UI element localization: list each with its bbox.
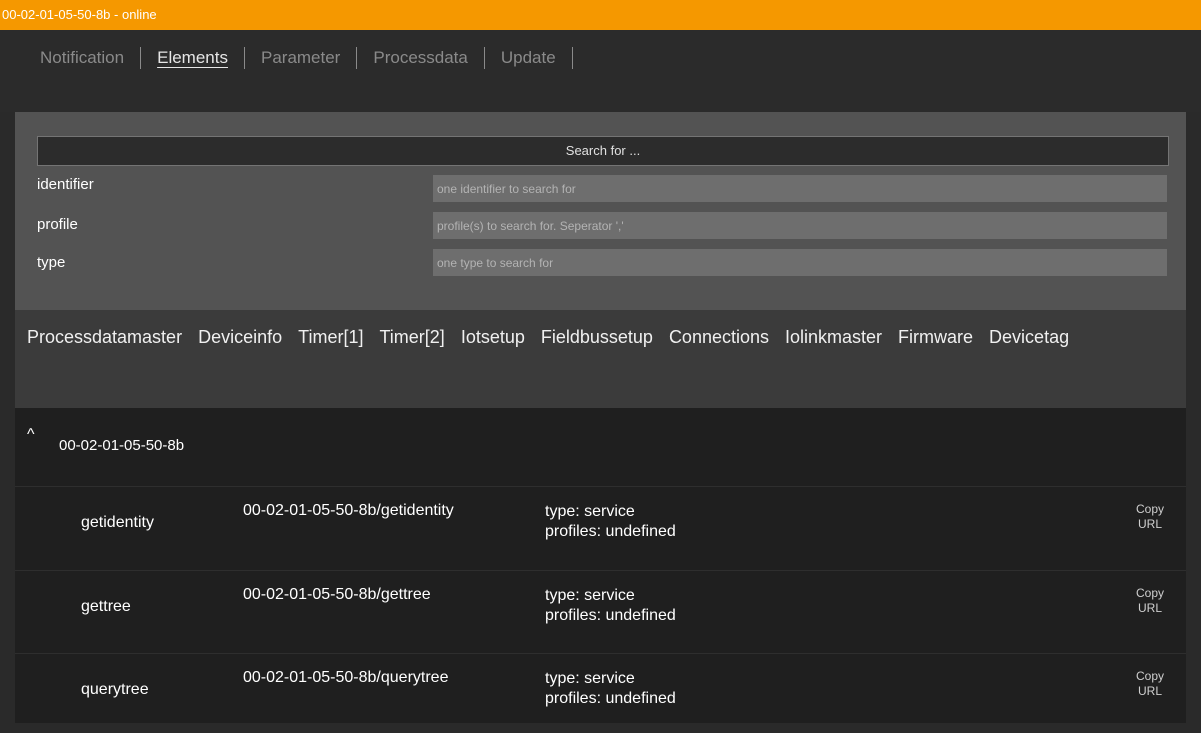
tab-bar: Notification Elements Parameter Processd… — [0, 30, 1201, 112]
tab-list: Notification Elements Parameter Processd… — [24, 42, 573, 74]
service-name: getidentity — [81, 514, 154, 531]
category-timer-1[interactable]: Timer[1] — [298, 314, 363, 360]
tab-update[interactable]: Update — [485, 48, 572, 68]
row-divider — [15, 570, 1186, 571]
window-title: 00-02-01-05-50-8b - online — [0, 0, 1201, 30]
type-label: type — [37, 254, 66, 271]
identifier-input[interactable] — [433, 175, 1167, 202]
service-type: type: service — [545, 587, 635, 604]
identifier-label: identifier — [37, 176, 94, 193]
copy-url-line1: Copy — [1135, 502, 1164, 516]
tab-processdata[interactable]: Processdata — [357, 48, 484, 68]
tab-separator — [571, 47, 573, 69]
copy-url-button[interactable]: Copy URL — [1136, 502, 1164, 532]
service-meta: type: service profiles: undefined — [545, 669, 676, 709]
copy-url-line1: Copy — [1135, 669, 1164, 683]
category-bar: Processdatamaster Deviceinfo Timer[1] Ti… — [15, 310, 1186, 408]
service-type: type: service — [545, 503, 635, 520]
service-path: 00-02-01-05-50-8b/querytree — [243, 669, 449, 686]
service-profiles: profiles: undefined — [545, 607, 676, 624]
element-tree: ^ 00-02-01-05-50-8b getidentity 00-02-01… — [15, 408, 1186, 723]
copy-url-line1: Copy — [1135, 586, 1164, 600]
service-row: gettree 00-02-01-05-50-8b/gettree type: … — [15, 570, 1186, 650]
search-panel: Search for ... identifier profile type — [15, 112, 1186, 310]
collapse-caret-icon[interactable]: ^ — [27, 426, 35, 444]
category-firmware[interactable]: Firmware — [898, 314, 973, 360]
category-iotsetup[interactable]: Iotsetup — [461, 314, 525, 360]
profile-label: profile — [37, 216, 78, 233]
tab-notification[interactable]: Notification — [24, 48, 140, 68]
category-timer-2[interactable]: Timer[2] — [379, 314, 444, 360]
service-name: gettree — [81, 598, 131, 615]
service-name: querytree — [81, 681, 149, 698]
category-processdatamaster[interactable]: Processdatamaster — [27, 314, 182, 360]
row-divider — [15, 486, 1186, 487]
category-iolinkmaster[interactable]: Iolinkmaster — [785, 314, 882, 360]
service-row: getidentity 00-02-01-05-50-8b/getidentit… — [15, 486, 1186, 566]
profile-input[interactable] — [433, 212, 1167, 239]
service-meta: type: service profiles: undefined — [545, 586, 676, 626]
service-row: querytree 00-02-01-05-50-8b/querytree ty… — [15, 653, 1186, 733]
tree-node-label: 00-02-01-05-50-8b — [59, 437, 185, 454]
type-input[interactable] — [433, 249, 1167, 276]
tab-elements[interactable]: Elements — [141, 48, 244, 68]
service-type: type: service — [545, 670, 635, 687]
category-list: Processdatamaster Deviceinfo Timer[1] Ti… — [27, 314, 1157, 360]
category-devicetag[interactable]: Devicetag — [989, 314, 1069, 360]
copy-url-line2: URL — [1137, 517, 1162, 531]
service-path: 00-02-01-05-50-8b/gettree — [243, 586, 431, 603]
category-deviceinfo[interactable]: Deviceinfo — [198, 314, 282, 360]
search-button[interactable]: Search for ... — [37, 136, 1169, 166]
service-path: 00-02-01-05-50-8b/getidentity — [243, 502, 454, 519]
copy-url-button[interactable]: Copy URL — [1136, 586, 1164, 616]
copy-url-line2: URL — [1137, 684, 1162, 698]
service-profiles: profiles: undefined — [545, 690, 676, 707]
service-profiles: profiles: undefined — [545, 523, 676, 540]
copy-url-button[interactable]: Copy URL — [1136, 669, 1164, 699]
service-meta: type: service profiles: undefined — [545, 502, 676, 542]
copy-url-line2: URL — [1137, 601, 1162, 615]
category-fieldbussetup[interactable]: Fieldbussetup — [541, 314, 653, 360]
category-connections[interactable]: Connections — [669, 314, 769, 360]
tab-parameter[interactable]: Parameter — [245, 48, 356, 68]
row-divider — [15, 653, 1186, 654]
